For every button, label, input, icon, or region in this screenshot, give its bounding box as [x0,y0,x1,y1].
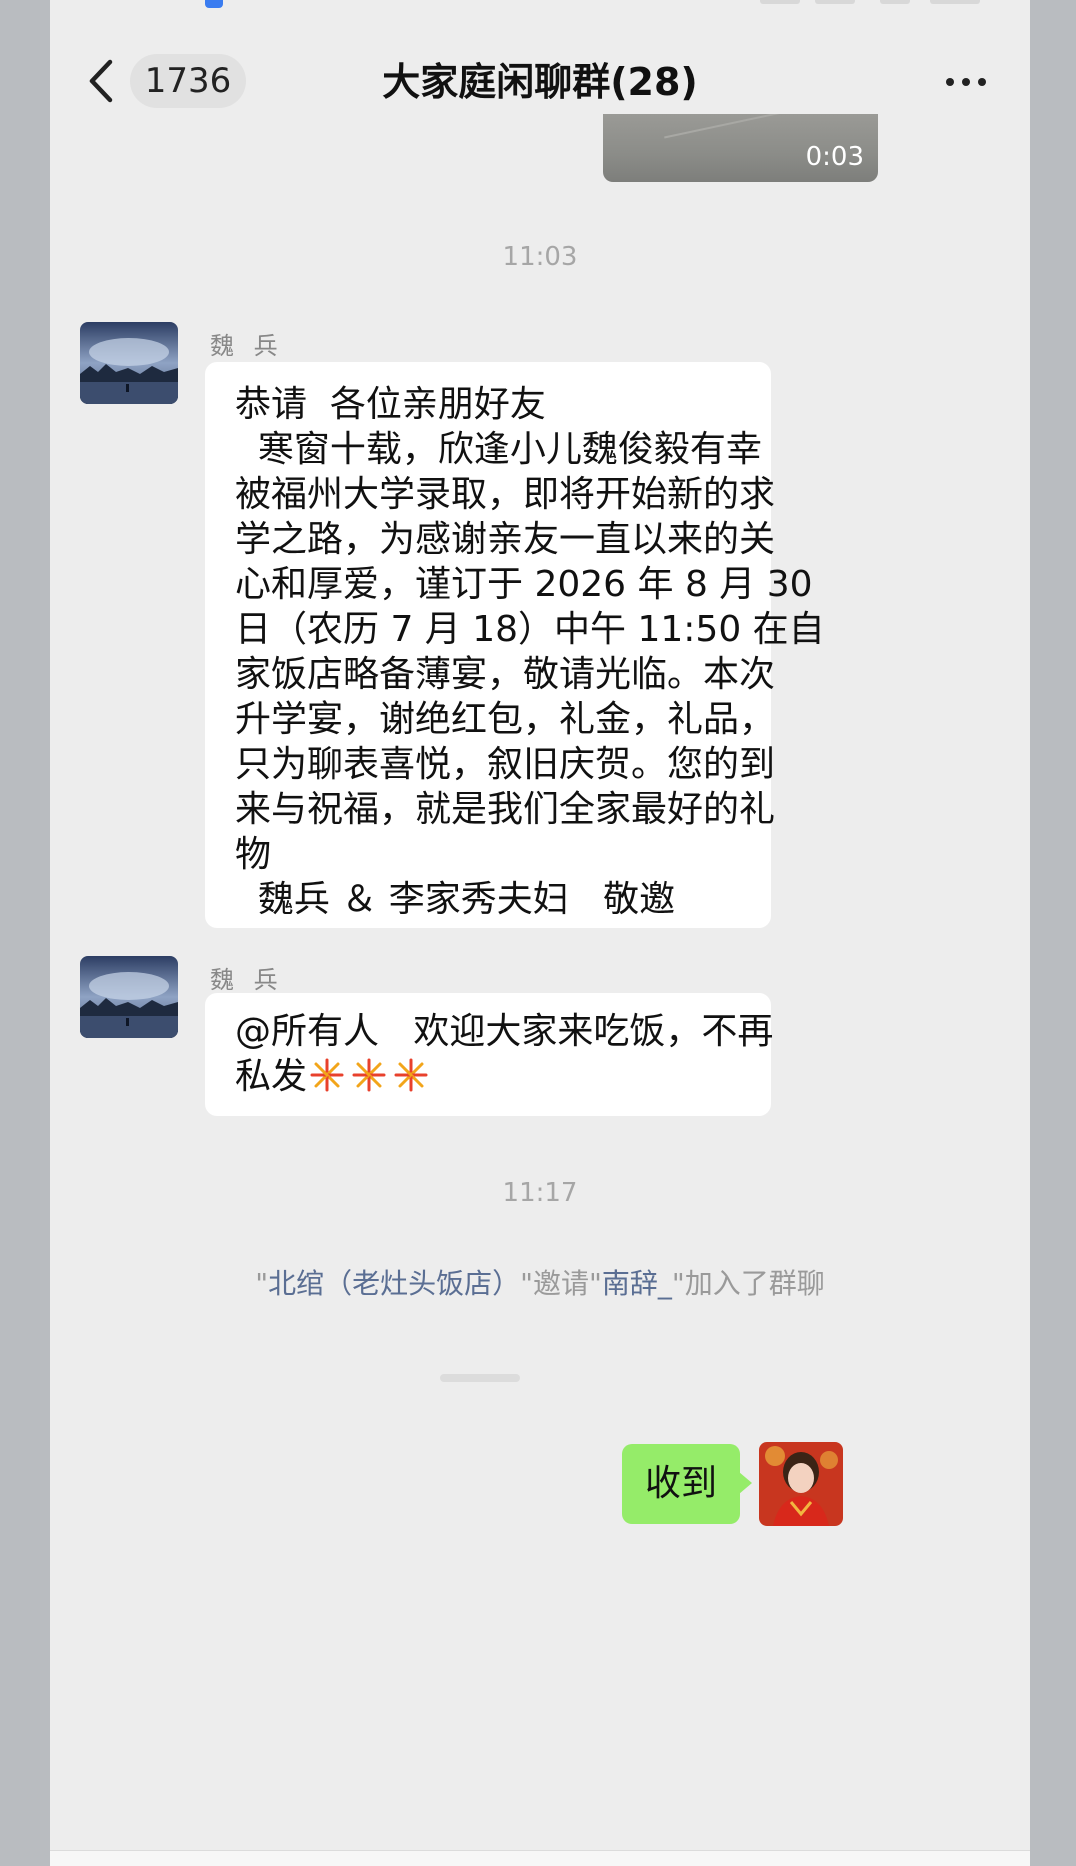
system-message: "北绾（老灶头饭店）"邀请"南辞_"加入了群聊 [50,1262,1030,1302]
message-line: 只为聊表喜悦，叙旧庆贺。您的到 [235,744,776,785]
message-line: 来与祝福，就是我们全家最好的礼 [235,789,776,830]
chevron-left-icon[interactable] [82,56,122,106]
message-line: 日（农历 7 月 18）中午 11:50 在自 [235,609,825,650]
ellipsis-icon[interactable] [942,58,990,106]
status-icons [760,0,990,6]
my-avatar[interactable] [759,1442,843,1526]
message-line: 寒窗十载，欣逢小儿魏俊毅有幸 [235,429,762,470]
message-line: 恭请 各位亲朋好友 [235,384,546,425]
invitee-link[interactable]: 南辞_ [602,1267,672,1300]
timestamp: 11:03 [502,242,578,272]
sender-name: 魏 兵 [210,966,284,994]
sender-name: 魏 兵 [210,332,284,360]
video-duration: 0:03 [805,142,864,172]
chat-screen: 1736 大家庭闲聊群(28) 0:03 11:03 魏 兵 恭请 各位亲朋好友… [50,0,1030,1866]
message-bubble[interactable]: 恭请 各位亲朋好友 寒窗十载，欣逢小儿魏俊毅有幸 被福州大学录取，即将开始新的求… [205,362,825,928]
unread-count-badge[interactable]: 1736 [130,54,246,108]
sys-text: " [255,1267,269,1300]
message-bubble[interactable]: @所有人 欢迎大家来吃饭，不再 私发 [205,993,774,1116]
message-line: 被福州大学录取，即将开始新的求 [235,474,776,515]
message-line: 魏兵 ＆ 李家秀夫妇 敬邀 [235,879,676,920]
message-line: 学之路，为感谢亲友一直以来的关 [235,519,776,560]
message-line: 升学宴，谢绝红包，礼金，礼品， [235,699,776,740]
message-line: @所有人 欢迎大家来吃饭，不再 [235,1011,774,1052]
notification-icon [205,0,223,8]
chat-title: 大家庭闲聊群(28) [382,60,698,104]
sys-text: "加入了群聊 [671,1267,825,1300]
message-line-with-emoji: 私发 [235,1054,771,1099]
blurred-indicator [440,1374,520,1382]
sys-text: "邀请" [520,1267,602,1300]
chat-header: 1736 大家庭闲聊群(28) [50,30,1030,130]
input-bar [50,1850,1030,1866]
message-line: 物 [235,834,272,875]
my-message-bubble[interactable]: 收到 [622,1444,752,1524]
timestamp: 11:17 [502,1178,578,1208]
message-line: 心和厚爱，谨订于 2026 年 8 月 30 [235,564,813,605]
sender-avatar[interactable] [80,322,178,404]
inviter-link[interactable]: 北绾（老灶头饭店） [268,1267,520,1300]
video-message[interactable]: 0:03 [603,114,878,182]
message-line: 家饭店略备薄宴，敬请光临。本次 [235,654,776,695]
status-bar [50,0,1030,18]
sender-avatar[interactable] [80,956,178,1038]
fireworks-emoji-icon [310,1058,428,1092]
message-text: 私发 [235,1056,308,1097]
